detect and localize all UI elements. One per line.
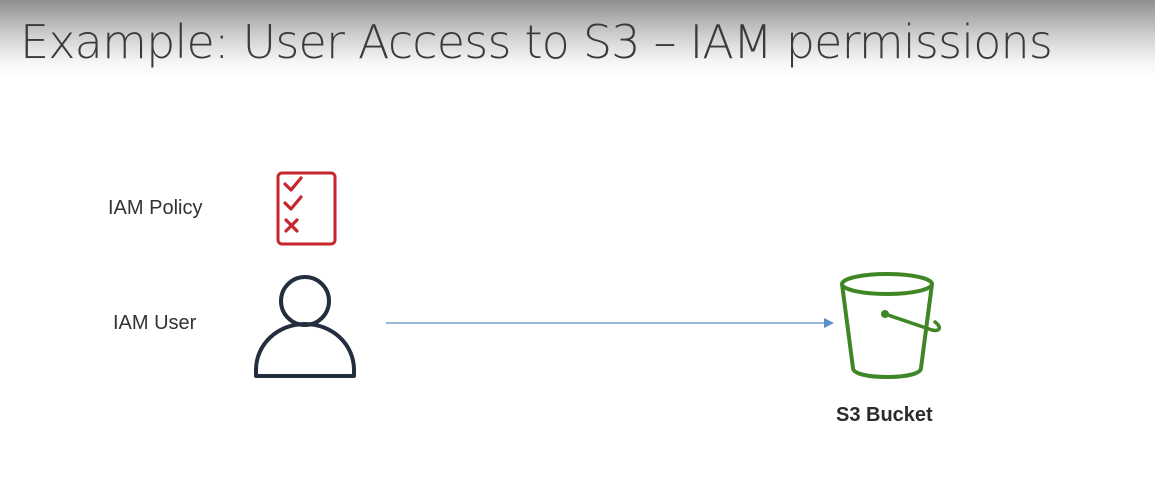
- s3-bucket-icon: [840, 272, 941, 379]
- iam-policy-label: IAM Policy: [108, 197, 203, 219]
- slide: Example: User Access to S3 – IAM permiss…: [0, 0, 1155, 484]
- title-bar: Example: User Access to S3 – IAM permiss…: [0, 0, 1155, 78]
- access-arrow: [386, 318, 834, 328]
- iam-user-label: IAM User: [113, 312, 197, 334]
- user-icon: [254, 275, 356, 378]
- policy-checklist-icon: [276, 171, 337, 246]
- s3-bucket-label: S3 Bucket: [836, 404, 933, 426]
- slide-title: Example: User Access to S3 – IAM permiss…: [20, 15, 1053, 69]
